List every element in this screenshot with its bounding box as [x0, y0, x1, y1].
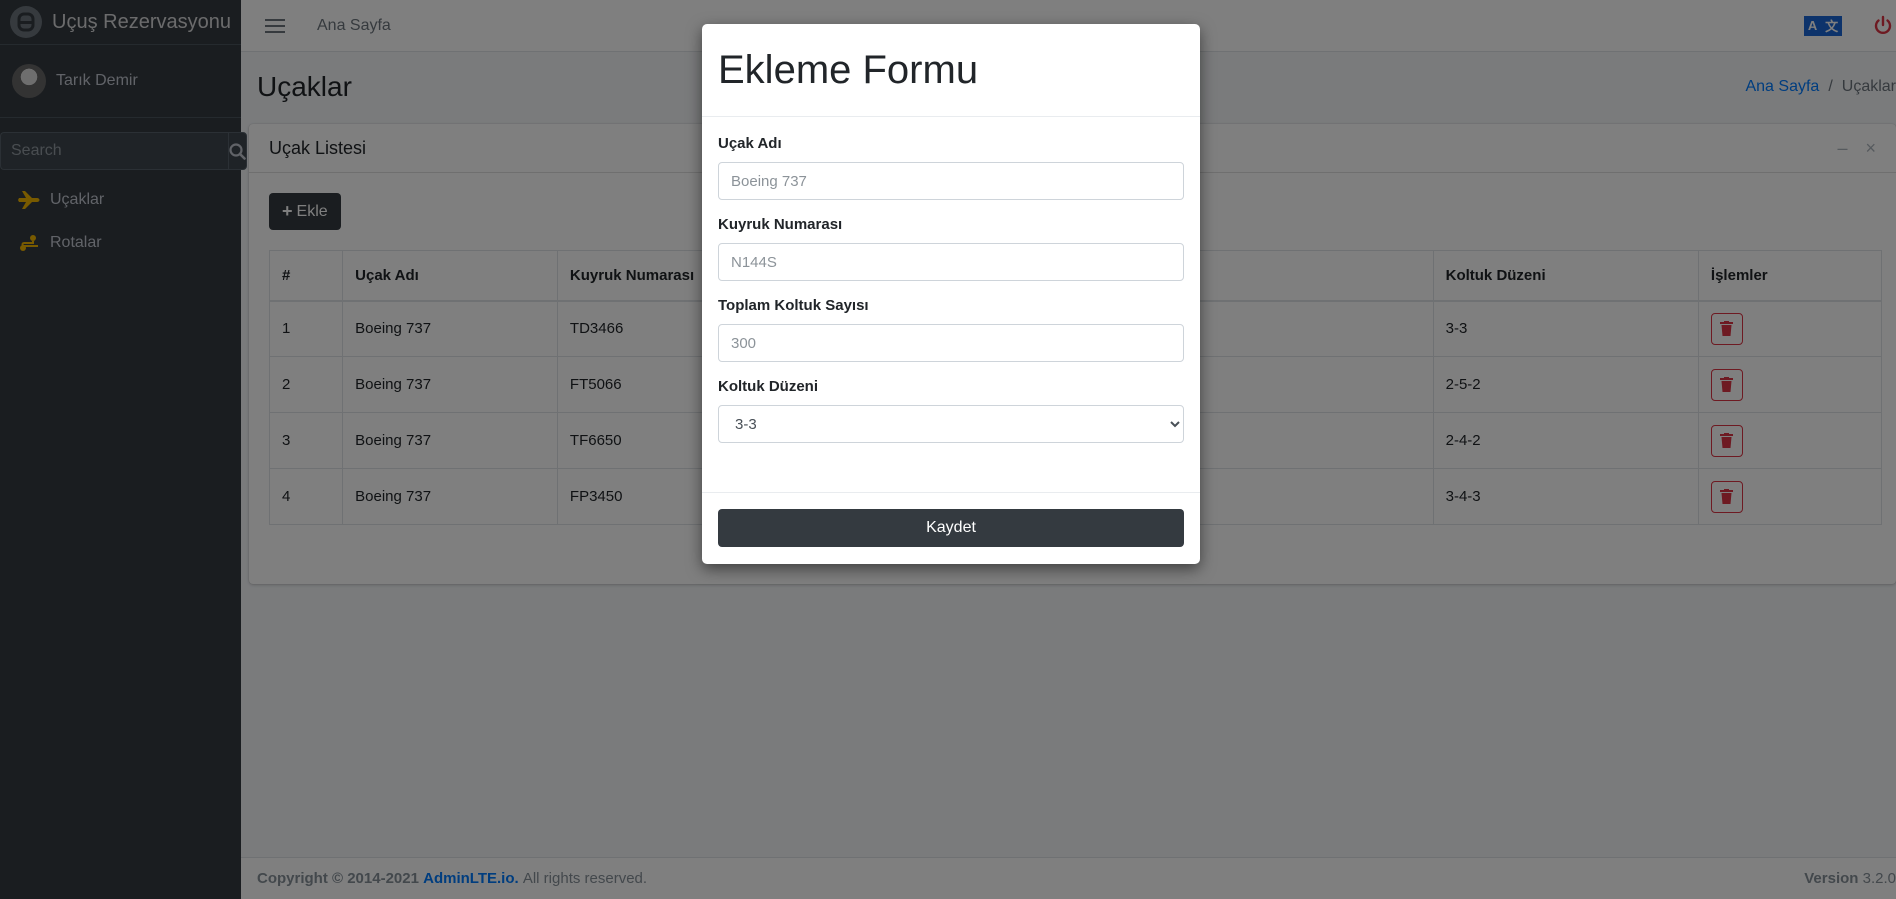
tail-number-label: Kuyruk Numarası — [718, 216, 843, 233]
plane-name-label: Uçak Adı — [718, 135, 782, 152]
seat-count-input[interactable] — [718, 324, 1184, 362]
form-group-tail: Kuyruk Numarası — [718, 216, 1184, 281]
form-group-name: Uçak Adı — [718, 135, 1184, 200]
form-group-seats: Toplam Koltuk Sayısı — [718, 297, 1184, 362]
add-plane-modal: Ekleme Formu Uçak Adı Kuyruk Numarası To… — [702, 24, 1200, 564]
tail-number-input[interactable] — [718, 243, 1184, 281]
seat-count-label: Toplam Koltuk Sayısı — [718, 297, 869, 314]
plane-name-input[interactable] — [718, 162, 1184, 200]
form-group-layout: Koltuk Düzeni 3-3 — [718, 378, 1184, 443]
save-button[interactable]: Kaydet — [718, 509, 1184, 547]
seat-layout-label: Koltuk Düzeni — [718, 378, 818, 395]
modal-title: Ekleme Formu — [718, 47, 979, 92]
seat-layout-select[interactable]: 3-3 — [718, 405, 1184, 443]
modal-header: Ekleme Formu — [702, 24, 1200, 117]
modal-body: Uçak Adı Kuyruk Numarası Toplam Koltuk S… — [702, 117, 1200, 443]
modal-footer: Kaydet — [702, 492, 1200, 563]
